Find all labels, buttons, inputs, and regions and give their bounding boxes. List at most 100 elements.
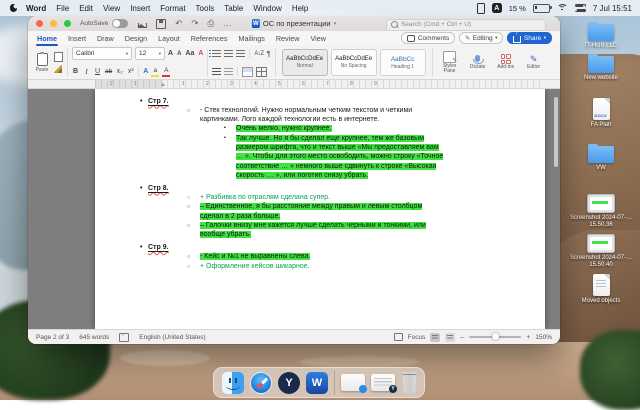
print-layout-view-button[interactable] (430, 333, 440, 342)
dock-word-icon[interactable]: W (306, 372, 328, 394)
menubar-app-name[interactable]: Word (26, 4, 46, 13)
dictate-button[interactable]: Dictate (465, 55, 491, 71)
word-count[interactable]: 645 words (79, 334, 109, 341)
web-layout-view-button[interactable] (445, 333, 455, 342)
desktop-icon-screenshot-2024-07-15-50-36[interactable]: Screenshot 2024-07-…15.50.36 (566, 194, 636, 229)
doc-paragraph[interactable]: •Стр 9. (95, 243, 545, 252)
editor-button[interactable]: ✎Editor (521, 55, 547, 71)
dock-safari-icon[interactable] (250, 372, 272, 394)
tab-mailings[interactable]: Mailings (237, 32, 265, 45)
desktop-icon-moved-objects[interactable]: Moved objects (566, 274, 636, 305)
document-title-group[interactable]: W ОС по презентации ▾ (252, 19, 336, 28)
home-icon[interactable] (138, 20, 146, 27)
device-icon[interactable] (477, 3, 485, 14)
menubar-menu-file[interactable]: File (56, 4, 69, 13)
menubar-menu-view[interactable]: View (103, 4, 120, 13)
dock-minimized-doc[interactable] (341, 374, 365, 391)
dock-trash-icon[interactable] (401, 372, 418, 393)
menubar-menu-edit[interactable]: Edit (79, 4, 93, 13)
more-toolbar-icon[interactable]: … (223, 19, 232, 28)
desktop-icon-vw[interactable]: VW (566, 146, 636, 172)
tab-references[interactable]: References (190, 32, 229, 45)
tab-view[interactable]: View (309, 32, 326, 45)
zoom-in-button[interactable]: + (526, 334, 530, 341)
doc-paragraph[interactable]: ▪Так лучше. Но я бы сделал еще крупнее, … (95, 134, 444, 180)
doc-paragraph[interactable]: ▪Очень мелко, нужно крупнее. (95, 124, 444, 133)
desktop-icon-it-hub-llc[interactable]: IT-HUB LLC (566, 24, 636, 50)
style-card-heading-1[interactable]: AaBbCcHeading 1 (380, 49, 426, 76)
doc-paragraph[interactable]: ○- Стек технологий. Нужно нормальным чет… (95, 106, 440, 125)
style-card-no-spacing[interactable]: AaBbCcDdEeNo Spacing (331, 49, 377, 76)
desktop-icon-fa-plan[interactable]: DOCXFA Plan (566, 98, 636, 129)
share-button[interactable]: Share ▾ (507, 32, 552, 44)
control-center-icon[interactable] (575, 4, 586, 13)
copy-icon[interactable] (54, 52, 63, 62)
editing-mode-button[interactable]: ✎ Editing ▾ (459, 32, 503, 44)
zoom-slider-knob[interactable] (492, 333, 499, 340)
doc-paragraph[interactable]: ○- Кейс и №1 не выравнены слева. (95, 252, 440, 261)
shrink-font-button[interactable]: A (177, 51, 181, 57)
tab-layout[interactable]: Layout (157, 32, 181, 45)
doc-paragraph[interactable]: ○– Единственное, я бы расстояние между п… (95, 202, 440, 221)
page-indicator[interactable]: Page 2 of 3 (36, 334, 69, 341)
zoom-button[interactable] (64, 20, 71, 27)
dock-yandex-icon[interactable]: Y (278, 372, 300, 394)
subscript-button[interactable]: x₂ (116, 68, 123, 75)
comments-button[interactable]: Comments (401, 32, 455, 44)
battery-icon[interactable] (533, 4, 550, 13)
paste-button[interactable]: Paste (32, 53, 52, 73)
tab-home[interactable]: Home (36, 32, 58, 45)
save-icon[interactable] (156, 19, 166, 29)
dock-minimized-browser[interactable]: Y (371, 374, 395, 391)
doc-paragraph[interactable]: ○+ Оформление кейсов шикарное. (95, 262, 440, 271)
tab-design[interactable]: Design (124, 32, 148, 45)
menubar-menu-window[interactable]: Window (253, 4, 281, 13)
indent-marker[interactable] (161, 81, 165, 86)
dock-finder-icon[interactable] (222, 372, 244, 394)
doc-paragraph[interactable]: ○+ Разбивка по отраслям сделана супер. (95, 193, 440, 202)
print-icon[interactable]: ⎙ (207, 19, 214, 28)
focus-label[interactable]: Focus (408, 334, 426, 341)
apple-menu-icon[interactable] (10, 4, 17, 12)
align-center-icon[interactable] (224, 68, 233, 76)
underline-button[interactable]: U (94, 68, 101, 75)
zoom-slider[interactable] (469, 336, 521, 338)
superscript-button[interactable]: x² (127, 68, 134, 75)
highlight-color-button[interactable]: a (151, 68, 159, 76)
align-left-icon[interactable] (212, 68, 221, 76)
menubar-menu-insert[interactable]: Insert (130, 4, 150, 13)
focus-icon[interactable] (394, 333, 403, 341)
input-source-icon[interactable]: A (492, 3, 502, 13)
minimize-button[interactable] (50, 20, 57, 27)
paragraph-marks-icon[interactable]: ¶ (267, 49, 271, 58)
font-name-select[interactable]: Calibri ▾ (72, 47, 132, 60)
add-ins-button[interactable]: Add-ins (493, 54, 519, 71)
undo-icon[interactable]: ↶ (175, 19, 182, 28)
grow-font-button[interactable]: A (168, 50, 173, 57)
font-size-select[interactable]: 12 ▾ (135, 47, 165, 60)
clear-format-button[interactable]: A (198, 50, 203, 57)
shading-icon[interactable] (242, 67, 253, 77)
document-page[interactable]: •Стр 7.○- Стек технологий. Нужно нормаль… (95, 89, 545, 329)
proofing-icon[interactable] (119, 333, 129, 342)
doc-paragraph[interactable]: •Стр 7. (95, 97, 545, 106)
menubar-clock[interactable]: 7 Jul 15:51 (593, 4, 632, 13)
bold-button[interactable]: B (72, 68, 79, 75)
autosave-toggle[interactable] (112, 19, 128, 28)
doc-paragraph[interactable]: ○– Галочки внизу мне кажется лучше сдела… (95, 221, 440, 240)
tab-insert[interactable]: Insert (67, 32, 87, 45)
menubar-menu-format[interactable]: Format (160, 4, 185, 13)
borders-icon[interactable] (256, 67, 267, 77)
numbered-list-icon[interactable] (224, 50, 233, 58)
bullet-list-icon[interactable] (212, 50, 221, 58)
desktop-icon-screenshot-2024-07-15-50-40[interactable]: Screenshot 2024-07-…15.50.40 (566, 234, 636, 269)
doc-paragraph[interactable]: •Стр 8. (95, 184, 545, 193)
search-input[interactable]: Search (Cmd + Ctrl + U) (386, 19, 546, 31)
style-card-normal[interactable]: AaBbCcDdEeNormal (282, 49, 328, 76)
menubar-menu-table[interactable]: Table (224, 4, 243, 13)
strikethrough-button[interactable]: ab (105, 68, 112, 75)
redo-icon[interactable]: ↷ (191, 19, 198, 28)
font-color-button[interactable]: A (162, 68, 170, 76)
multilevel-list-icon[interactable] (236, 50, 245, 58)
close-button[interactable] (36, 20, 43, 27)
